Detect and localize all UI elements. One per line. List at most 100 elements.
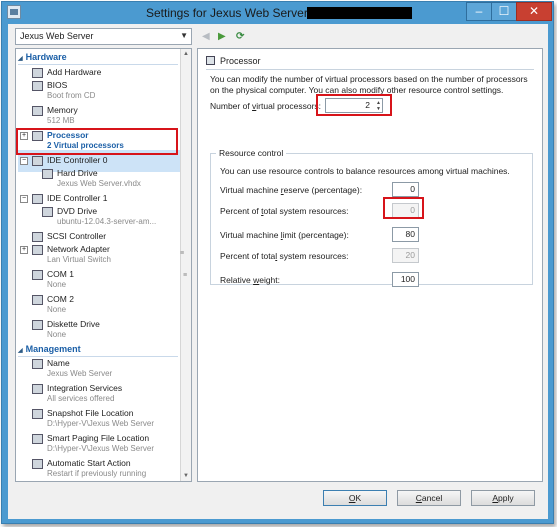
tree-item-label: Integration Services [47, 383, 123, 393]
dialog-client-area: Jexus Web Server ▼ ◢ Hardware Add Hardwar… [8, 24, 548, 519]
vm-settings-icon [7, 5, 21, 19]
tree-item-label: IDE Controller 1 [47, 193, 108, 203]
ide-controller-icon [32, 156, 43, 166]
scsi-controller-icon [32, 232, 43, 242]
back-arrow-icon[interactable]: ◀ [202, 31, 210, 42]
vm-reserve-input[interactable]: 0 [392, 182, 419, 197]
collapse-toggle-icon[interactable]: − [20, 195, 28, 203]
integration-services-icon [32, 384, 43, 394]
vm-selector-dropdown[interactable]: Jexus Web Server ▼ [15, 28, 192, 45]
dvd-drive-icon [42, 207, 53, 217]
tree-item-label: COM 2 [47, 294, 74, 304]
tree-item-sub: 512 MB [47, 116, 75, 125]
memory-icon [32, 106, 43, 116]
pane-splitter-icon[interactable]: ≡ [180, 250, 184, 257]
diskette-icon [32, 320, 43, 330]
minimize-button[interactable]: – [466, 2, 492, 21]
limit-total-percent-label: Percent of total system resources: [220, 251, 349, 261]
tree-item-sub: Jexus Web Server [47, 369, 113, 378]
tree-item-sub: None [47, 305, 67, 314]
ok-button[interactable]: OK [323, 490, 387, 506]
hardware-section-label: Hardware [25, 52, 67, 62]
tree-item-dvd-drive[interactable]: DVD Drive ubuntu-12.04.3-server-am... [26, 206, 181, 230]
relative-weight-label: Relative weight: [220, 275, 281, 285]
processor-description: You can modify the number of virtual pro… [210, 74, 528, 95]
tree-item-sub: D:\Hyper-V\Jexus Web Server [47, 419, 154, 428]
tree-item-integration-services[interactable]: Integration Services All services offere… [26, 383, 181, 407]
apply-button[interactable]: Apply [471, 490, 535, 506]
tree-item-diskette-drive[interactable]: Diskette Drive None [26, 319, 181, 343]
chevron-down-icon: ▼ [180, 31, 188, 40]
auto-start-icon [32, 459, 43, 469]
vm-selector-value: Jexus Web Server [20, 31, 94, 41]
redacted-host-name [307, 7, 412, 19]
tree-item-label: DVD Drive [57, 206, 98, 216]
add-hardware-icon [32, 68, 43, 78]
name-icon [32, 359, 43, 369]
com-port-icon [32, 270, 43, 280]
snapshot-location-icon [32, 409, 43, 419]
management-section-label: Management [25, 344, 81, 354]
limit-total-percent-value: 20 [392, 248, 419, 263]
expand-icon[interactable]: + [20, 246, 28, 254]
tree-item-sub: Lan Virtual Switch [47, 255, 111, 264]
com-port-icon [32, 295, 43, 305]
tree-item-label: IDE Controller 0 [47, 155, 108, 165]
refresh-icon[interactable]: ⟳ [236, 31, 244, 42]
tree-item-sub: Jexus Web Server.vhdx [57, 179, 141, 188]
tree-item-sub: Boot from CD [47, 91, 96, 100]
bios-icon [32, 81, 43, 91]
forward-arrow-icon[interactable]: ▶ [218, 31, 226, 42]
tree-item-label: Name [47, 358, 70, 368]
tree-item-sub: D:\Hyper-V\Jexus Web Server [47, 444, 154, 453]
tree-item-name[interactable]: Name Jexus Web Server [26, 358, 181, 382]
tree-item-bios[interactable]: BIOS Boot from CD [26, 80, 181, 104]
virtual-processors-label: Number of virtual processors: [210, 101, 322, 111]
scroll-up-icon[interactable]: ▲ [182, 51, 190, 57]
tree-item-label: BIOS [47, 80, 68, 90]
hardware-section-header[interactable]: ◢ Hardware [18, 52, 178, 65]
tree-item-label: Smart Paging File Location [47, 433, 150, 443]
scroll-grip-icon[interactable]: ≡ [183, 272, 189, 279]
management-section-header[interactable]: ◢ Management [18, 344, 178, 357]
highlight-vm-limit [383, 197, 424, 219]
tree-item-automatic-start-action[interactable]: Automatic Start Action Restart if previo… [26, 458, 181, 481]
scroll-down-icon[interactable]: ▼ [182, 473, 190, 479]
collapse-icon: ◢ [18, 348, 23, 354]
tree-scrollbar[interactable]: ▲ ≡ ▼ [180, 49, 191, 481]
reserve-total-percent-label: Percent of total system resources: [220, 206, 349, 216]
tree-item-label: Add Hardware [47, 67, 102, 77]
pane-title: Processor [206, 56, 261, 66]
processor-icon [206, 56, 215, 65]
tree-item-snapshot-file-location[interactable]: Snapshot File Location D:\Hyper-V\Jexus … [26, 408, 181, 432]
tree-item-memory[interactable]: Memory 512 MB [26, 105, 181, 129]
collapse-icon: ◢ [18, 56, 23, 62]
hard-drive-icon [42, 169, 53, 179]
tree-item-sub: None [47, 330, 67, 339]
tree-item-sub: Restart if previously running [47, 469, 147, 478]
tree-item-smart-paging-file-location[interactable]: Smart Paging File Location D:\Hyper-V\Je… [26, 433, 181, 457]
highlight-processor-item [16, 128, 178, 155]
settings-window: Settings for Jexus Web Server on – ☐ ✕ J… [1, 1, 554, 524]
window-title: Settings for Jexus Web Server on [146, 6, 325, 20]
resource-control-legend: Resource control [216, 148, 287, 158]
tree-item-network-adapter[interactable]: + Network Adapter Lan Virtual Switch [20, 244, 181, 268]
relative-weight-input[interactable]: 100 [392, 272, 419, 287]
tree-item-sub: None [47, 280, 67, 289]
collapse-toggle-icon[interactable]: − [20, 157, 28, 165]
ide-controller-icon [32, 194, 43, 204]
tree-item-label: Diskette Drive [47, 319, 100, 329]
close-button[interactable]: ✕ [516, 2, 552, 21]
tree-item-hard-drive[interactable]: Hard Drive Jexus Web Server.vhdx [26, 168, 181, 192]
title-bar[interactable]: Settings for Jexus Web Server on – ☐ ✕ [2, 2, 553, 23]
cancel-button[interactable]: Cancel [397, 490, 461, 506]
maximize-button[interactable]: ☐ [491, 2, 517, 21]
vm-limit-input[interactable]: 80 [392, 227, 419, 242]
tree-item-com-2[interactable]: COM 2 None [26, 294, 181, 318]
tree-item-label: SCSI Controller [47, 231, 107, 241]
tree-item-label: COM 1 [47, 269, 74, 279]
vm-limit-label: Virtual machine limit (percentage): [220, 230, 349, 240]
smart-paging-icon [32, 434, 43, 444]
tree-item-label: Automatic Start Action [47, 458, 131, 468]
tree-item-com-1[interactable]: COM 1 None [26, 269, 181, 293]
